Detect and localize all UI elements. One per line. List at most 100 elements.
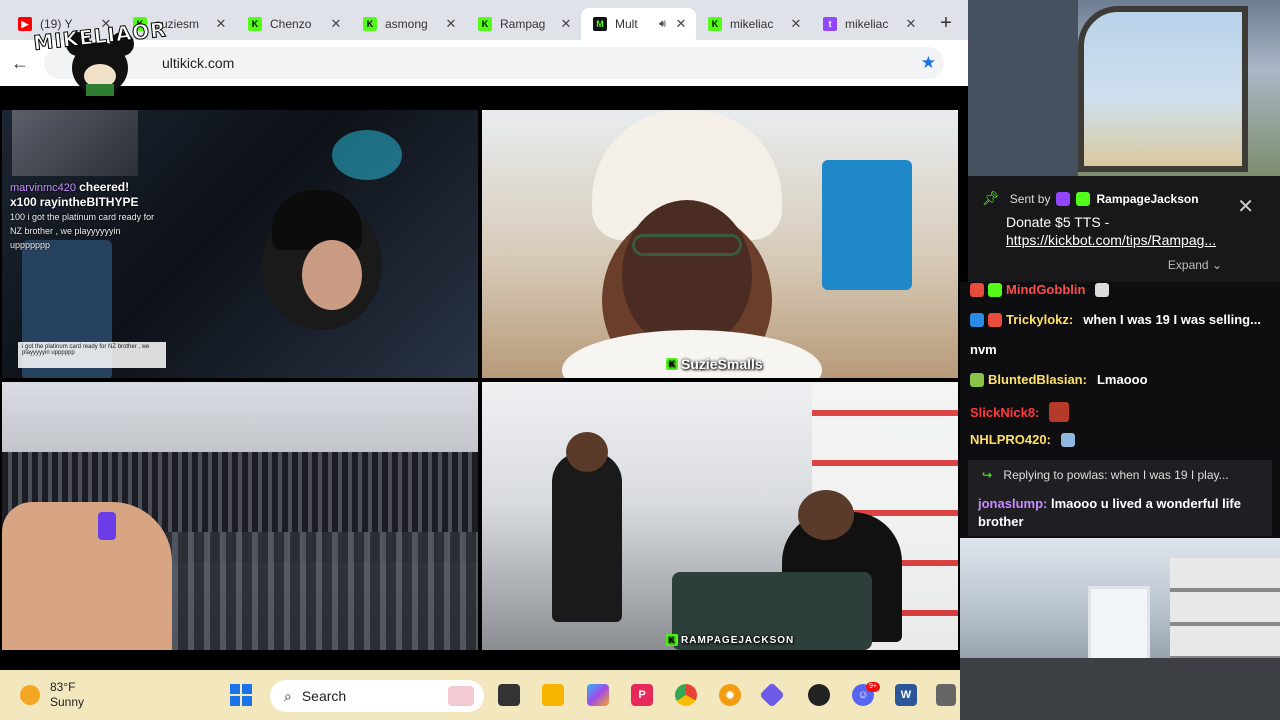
chat-text: Lmaooo: [1096, 372, 1148, 387]
temperature: 83°F: [50, 680, 76, 694]
emote-icon: [1049, 402, 1070, 422]
pinned-message-text: Donate $5 TTS -: [1006, 214, 1110, 230]
cheer-alert: marvinmc420 cheered! x100 rayintheBITHYP…: [10, 180, 160, 252]
tab-title: Rampag: [500, 17, 546, 31]
tab-multikick[interactable]: M Mult 🔊︎ ✕: [581, 8, 696, 40]
pinned-text: Donate $5 TTS - https://kickbot.com/tips…: [1006, 213, 1266, 249]
chat-message: NHLPRO420:: [970, 432, 1079, 447]
chrome-icon[interactable]: [675, 684, 697, 706]
chat-message: nvm: [970, 342, 997, 357]
copilot-icon[interactable]: [587, 684, 609, 706]
close-tab-icon[interactable]: ✕: [559, 16, 573, 32]
streamer-name: SuzieSmalls: [681, 356, 763, 372]
notification-badge: 9+: [866, 682, 880, 692]
kick-icon: K: [363, 17, 377, 31]
alert-action: cheered!: [79, 180, 130, 194]
chat-message: Trickylokz: when I was 19 I was selling.…: [970, 312, 1261, 327]
chat-username[interactable]: BluntedBlasian:: [988, 372, 1087, 387]
kick-icon: K: [248, 17, 262, 31]
channel-logo: MIKELIAOR: [30, 10, 170, 102]
chat-message: BluntedBlasian: Lmaooo: [970, 372, 1148, 387]
task-view-icon[interactable]: [498, 684, 520, 706]
chat-username[interactable]: SlickNick8:: [970, 405, 1039, 420]
chat-username[interactable]: MindGobblin: [1006, 282, 1085, 297]
sent-by-label: Sent by: [1009, 191, 1051, 206]
window-view: [1078, 6, 1248, 172]
stream-panel-top-right[interactable]: K SuzieSmalls: [482, 110, 958, 378]
reply-header: ↪ Replying to powlas: when I was 19 I pl…: [982, 468, 1229, 482]
close-tab-icon[interactable]: ✕: [674, 16, 688, 32]
search-icon: ⌕: [284, 687, 292, 704]
picsart-icon[interactable]: P: [631, 684, 653, 706]
stream-panel-bottom-right[interactable]: K RAMPAGEJACKSON: [482, 382, 958, 650]
pinned-message: 📌︎ Sent by RampageJackson Donate $5 TTS …: [968, 176, 1280, 282]
close-tab-icon[interactable]: ✕: [214, 16, 228, 32]
badge-icon: [970, 372, 984, 387]
chat-username[interactable]: Trickylokz:: [1006, 312, 1073, 327]
overflow-icon[interactable]: [936, 684, 956, 706]
emote-icon: [1060, 432, 1075, 447]
mini-chat-overlay: i got the platinum card ready for NZ bro…: [18, 342, 166, 368]
close-icon[interactable]: ✕: [1237, 194, 1254, 219]
sun-icon: [20, 685, 40, 705]
pinned-header: 📌︎ Sent by RampageJackson: [982, 190, 1266, 207]
alert-user: marvinmc420: [10, 182, 77, 194]
stream-panel-bottom-left[interactable]: [2, 382, 478, 650]
speaker-icon[interactable]: 🔊︎: [659, 18, 666, 31]
expand-label: Expand: [1167, 258, 1209, 272]
alert-message: 100 i got the platinum card ready for NZ…: [10, 212, 155, 250]
close-tab-icon[interactable]: ✕: [904, 16, 918, 32]
weather-widget[interactable]: 83°F Sunny: [20, 680, 84, 710]
new-tab-button[interactable]: +: [932, 9, 960, 37]
chat-username[interactable]: NHLPRO420:: [970, 432, 1051, 447]
weather-condition: Sunny: [50, 695, 85, 709]
streamer-label: K SuzieSmalls: [666, 356, 763, 372]
search-label: Search: [301, 688, 347, 704]
tab-title: asmong: [385, 17, 428, 31]
pinned-link[interactable]: https://kickbot.com/tips/Rampag...: [1006, 231, 1266, 249]
alert-amount: x100: [10, 195, 37, 209]
emote-icon: [1095, 282, 1110, 297]
kick-icon: K: [478, 17, 492, 31]
windows-start-icon[interactable]: [230, 684, 252, 706]
stream-panel-top-left[interactable]: marvinmc420 cheered! x100 rayintheBITHYP…: [2, 110, 478, 378]
mini-webcam: [12, 110, 138, 176]
streamer-label: K RAMPAGEJACKSON: [666, 634, 794, 646]
multistream-grid: marvinmc420 cheered! x100 rayintheBITHYP…: [0, 86, 960, 670]
reply-message: ↪ Replying to powlas: when I was 19 I pl…: [968, 460, 1272, 536]
chevron-down-icon: ⌄: [1211, 258, 1222, 272]
settings-icon[interactable]: ✹: [719, 684, 741, 706]
tab-title: mikeliac: [730, 17, 774, 31]
tab-kick-chenzo[interactable]: K Chenzo ✕: [236, 8, 351, 40]
bookmark-star-icon[interactable]: ★: [921, 53, 936, 73]
badge-icon: [970, 282, 984, 297]
chat-message: SlickNick8:: [970, 402, 1073, 422]
chat-text: when I was 19 I was selling...: [1083, 312, 1261, 327]
tab-twitch-mikeliaor[interactable]: t mikeliac ✕: [811, 8, 926, 40]
twitch-icon: t: [823, 17, 837, 31]
badge-icon: [988, 312, 1002, 327]
tab-kick-mikeliaor[interactable]: K mikeliac ✕: [696, 8, 811, 40]
windows-taskbar: 83°F Sunny ⌕ Search P ✹ ☺ W: [0, 670, 960, 720]
close-tab-icon[interactable]: ✕: [329, 16, 343, 32]
close-tab-icon[interactable]: ✕: [789, 16, 803, 32]
app-icon[interactable]: [759, 682, 785, 708]
badge-icon: [970, 312, 984, 327]
badge-icon: [1056, 191, 1071, 206]
tab-kick-rampage[interactable]: K Rampag ✕: [466, 8, 581, 40]
pinned-sender: RampageJackson: [1096, 191, 1199, 206]
url-field[interactable]: ultikick.com ★: [44, 47, 944, 79]
expand-button[interactable]: Expand ⌄: [1168, 258, 1222, 272]
reply-context: Replying to powlas: when I was 19 I play…: [1003, 468, 1229, 482]
chat-username[interactable]: jonaslump:: [978, 496, 1047, 511]
file-explorer-icon[interactable]: [542, 684, 564, 706]
obs-icon[interactable]: [808, 684, 830, 706]
tab-title: Mult: [615, 17, 638, 31]
tab-kick-asmongold[interactable]: K asmong ✕: [351, 8, 466, 40]
search-highlight-icon: [448, 686, 474, 706]
close-tab-icon[interactable]: ✕: [444, 16, 458, 32]
word-icon[interactable]: W: [895, 684, 917, 706]
kick-icon: K: [666, 634, 678, 646]
taskbar-search[interactable]: ⌕ Search: [270, 680, 484, 712]
webcam-garage-view: [960, 538, 1280, 720]
